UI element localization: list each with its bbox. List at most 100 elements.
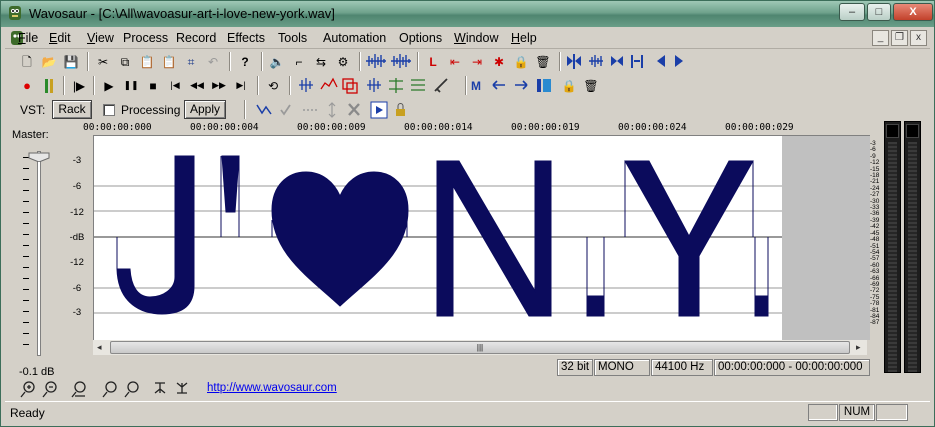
close-button[interactable]: X — [893, 3, 933, 21]
paste-icon[interactable]: 📋 — [137, 52, 157, 71]
menu-tools[interactable]: Tools — [278, 31, 307, 45]
sample-rate-display: 44100 Hz — [651, 359, 713, 376]
process-tool-icons[interactable] — [297, 77, 457, 94]
help-icon[interactable]: ? — [235, 52, 255, 71]
menu-bar: File Edit View Process Record Effects Tools Aut… — [5, 28, 930, 49]
master-fader-thumb[interactable] — [28, 152, 50, 162]
fast-forward-icon[interactable]: ▶▶ — [209, 76, 229, 95]
selection-range-display: 00:00:00:000 - 00:00:00:000 — [714, 359, 870, 376]
app-window: Wavosaur - [C:\All\wavoasur-art-i-love-n… — [0, 0, 935, 427]
unselected-region — [782, 136, 870, 340]
meter-db-scale: -3 -6 -9 -12 -15 -18 -21 -24 -27 -30 -33 -36 -39 -42-… — [870, 140, 884, 373]
mdi-restore-button[interactable]: ❐ — [891, 30, 908, 46]
mdi-close-button[interactable]: x — [910, 30, 927, 46]
tools-icon[interactable]: ⚙ — [333, 52, 353, 71]
zoom-tool-icons[interactable] — [15, 379, 195, 399]
play-icon[interactable]: ▶ — [99, 76, 119, 95]
apply-button[interactable]: Apply — [184, 100, 226, 119]
navigation-tool-icons[interactable] — [565, 53, 701, 70]
skip-to-end-icon[interactable]: ▶| — [231, 76, 251, 95]
loop-icon[interactable]: ⟲ — [263, 76, 283, 95]
crop-icon[interactable]: ⌗ — [181, 52, 201, 71]
menu-edit[interactable]: Edit — [49, 31, 71, 45]
db-label: -3 — [72, 307, 82, 318]
menu-window[interactable]: Window — [454, 31, 498, 45]
record-level-icon[interactable] — [39, 76, 59, 95]
marker-left-icon[interactable]: L — [423, 52, 443, 71]
timeline-ruler[interactable]: 00:00:00:000 00:00:00:004 00:00:00:009 0… — [83, 122, 870, 136]
main-toolbar: 🗋 📂 💾 ✂ ⧉ 📋 📋 ⌗ ↶ ? 🔈 ⌐ ⇆ ⚙ L ⇤ ⇥ ✱ 🔒 🗑 — [5, 50, 705, 73]
paste-mix-icon[interactable]: 📋 — [159, 52, 179, 71]
marker-multi-icon[interactable]: ✱ — [489, 52, 509, 71]
db-label: -6 — [72, 181, 82, 192]
trash-icon[interactable]: 🗑 — [533, 52, 553, 71]
master-volume-value: -0.1 dB — [19, 366, 55, 378]
menu-process[interactable]: Process — [123, 31, 168, 45]
routing-icon[interactable]: ⇆ — [311, 52, 331, 71]
status-panel-caps — [808, 404, 838, 421]
db-label: -12 — [70, 257, 84, 268]
scrollbar-thumb[interactable]: ||| — [110, 341, 850, 354]
master-fader-track[interactable] — [37, 151, 41, 356]
stop-icon[interactable]: ■ — [143, 76, 163, 95]
copy-icon[interactable]: ⧉ — [115, 52, 135, 71]
rack-button[interactable]: Rack — [52, 100, 92, 119]
maximize-button[interactable]: □ — [867, 3, 891, 21]
save-file-icon[interactable]: 💾 — [61, 52, 81, 71]
scroll-left-arrow-icon[interactable]: ◂ — [97, 342, 102, 353]
waveform-view[interactable] — [93, 136, 870, 340]
website-link[interactable]: http://www.wavosaur.com — [207, 382, 337, 394]
marker-prev-icon[interactable]: ⇤ — [445, 52, 465, 71]
title-bar[interactable]: Wavosaur - [C:\All\wavoasur-art-i-love-n… — [1, 1, 934, 27]
record-icon[interactable]: ● — [17, 76, 37, 95]
wavosaur-logo-icon — [9, 6, 21, 20]
menu-effects[interactable]: Effects — [227, 31, 265, 45]
lock-icon[interactable]: 🔒 — [511, 52, 531, 71]
rewind-icon[interactable]: ◀◀ — [187, 76, 207, 95]
pause-icon[interactable]: ❚❚ — [121, 76, 141, 95]
waveform-art — [94, 136, 870, 340]
processing-label: Processing — [121, 103, 181, 117]
scroll-right-arrow-icon[interactable]: ▸ — [856, 342, 861, 353]
speaker-icon[interactable]: 🔈 — [267, 52, 287, 71]
ruler-tick: 00:00:00:004 — [190, 122, 259, 133]
peak-indicator[interactable] — [886, 124, 899, 138]
menu-record[interactable]: Record — [176, 31, 216, 45]
play-from-start-icon[interactable]: |▶ — [69, 76, 89, 95]
ruler-tick: 00:00:00:000 — [83, 122, 152, 133]
processing-checkbox[interactable] — [103, 104, 115, 116]
horizontal-scrollbar[interactable]: ◂ ||| ▸ — [93, 340, 867, 355]
status-text: Ready — [10, 406, 45, 420]
db-label: -6 — [72, 283, 82, 294]
lock-marker-icon[interactable]: 🔒 — [559, 76, 579, 95]
level-meter-right — [904, 121, 921, 373]
bit-depth-display: 32 bit — [557, 359, 593, 376]
menu-help[interactable]: Help — [511, 31, 537, 45]
new-file-icon[interactable]: 🗋 — [17, 52, 37, 71]
delete-marker-icon[interactable]: 🗑 — [581, 76, 601, 95]
ruler-tick: 00:00:00:019 — [511, 122, 580, 133]
menu-automation[interactable]: Automation — [323, 31, 386, 45]
menu-file[interactable]: File — [18, 31, 38, 45]
master-scale — [23, 157, 29, 355]
menu-view[interactable]: View — [87, 31, 114, 45]
undo-icon[interactable]: ↶ — [203, 52, 223, 71]
ruler-tick: 00:00:00:009 — [297, 122, 366, 133]
marker-next-icon[interactable]: ⇥ — [467, 52, 487, 71]
waveform-tool-icons[interactable] — [365, 53, 413, 70]
status-bar: Ready NUM — [5, 401, 930, 423]
open-file-icon[interactable]: 📂 — [39, 52, 59, 71]
minimize-button[interactable]: – — [839, 3, 865, 21]
vst-tool-icons[interactable] — [255, 101, 415, 119]
transport-toolbar: ● |▶ ▶ ❚❚ ■ |◀ ◀◀ ▶▶ ▶| ⟲ M 🔒 🗑 — [5, 74, 625, 97]
menu-options[interactable]: Options — [399, 31, 442, 45]
db-label: -3 — [72, 155, 82, 166]
ruler-tick: 00:00:00:029 — [725, 122, 794, 133]
skip-to-start-icon[interactable]: |◀ — [165, 76, 185, 95]
svg-text:M: M — [471, 79, 481, 93]
route-icon[interactable]: ⌐ — [289, 52, 309, 71]
level-meter-left — [884, 121, 901, 373]
peak-indicator[interactable] — [906, 124, 919, 138]
cut-icon[interactable]: ✂ — [93, 52, 113, 71]
mdi-minimize-button[interactable]: _ — [872, 30, 889, 46]
